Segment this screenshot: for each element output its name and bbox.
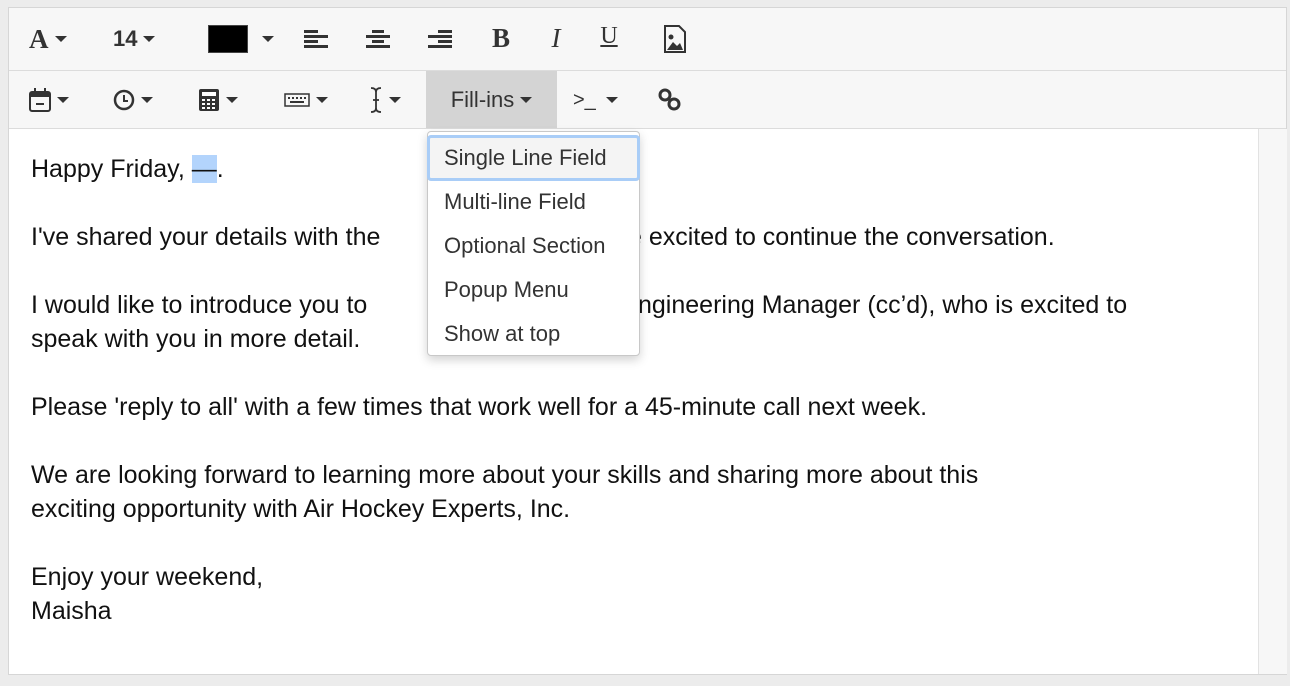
underline-button[interactable]: U <box>597 20 621 52</box>
closing-line: Enjoy your weekend, <box>31 563 264 591</box>
font-size-dropdown[interactable]: 14 <box>113 24 156 54</box>
terminal-icon: >_ <box>573 88 596 111</box>
insert-link-button[interactable] <box>657 86 683 114</box>
keyboard-dropdown[interactable] <box>284 85 328 115</box>
fill-in-field[interactable]: — <box>191 155 217 183</box>
paragraph-5-line-2: exciting opportunity with Air Hockey Exp… <box>31 495 571 523</box>
chevron-down-icon <box>316 97 328 103</box>
text-color-picker[interactable] <box>208 25 274 53</box>
chevron-down-icon <box>389 97 401 103</box>
command-dropdown[interactable]: >_ <box>573 85 618 115</box>
time-dropdown[interactable] <box>113 85 153 115</box>
chevron-down-icon <box>262 36 274 42</box>
font-size-value: 14 <box>113 26 138 51</box>
menu-item-single-line-field[interactable]: Single Line Field <box>427 135 640 181</box>
chevron-down-icon <box>57 97 69 103</box>
formatting-toolbar: A 14 B I U <box>9 8 1286 71</box>
date-dropdown[interactable] <box>29 85 69 115</box>
signature: Maisha <box>31 597 112 625</box>
italic-button[interactable]: I <box>544 22 568 54</box>
insert-toolbar: Fill-ins >_ <box>9 71 1286 129</box>
align-left-button[interactable] <box>303 26 329 52</box>
paragraph-3-line-1-left: I would like to introduce you to <box>31 291 368 319</box>
image-icon <box>664 25 686 53</box>
fillins-label: Fill-ins <box>450 86 515 112</box>
menu-item-multi-line-field[interactable]: Multi-line Field <box>428 180 639 224</box>
calculation-dropdown[interactable] <box>198 85 238 115</box>
bold-button[interactable]: B <box>489 22 513 54</box>
chevron-down-icon <box>226 97 238 103</box>
cursor-dropdown[interactable] <box>369 85 401 115</box>
paragraph-2-right: e excited to continue the conversation. <box>628 223 1055 251</box>
text-cursor-icon <box>370 87 382 113</box>
align-right-icon <box>428 30 452 48</box>
greeting-text: Happy Friday, <box>31 155 192 183</box>
greeting-line: Happy Friday, —. <box>31 152 224 186</box>
chevron-down-icon <box>520 96 533 103</box>
paragraph-5-line-1: We are looking forward to learning more … <box>31 461 979 489</box>
fillins-menu: Single Line Field Multi-line Field Optio… <box>427 131 640 356</box>
calculator-icon <box>199 89 219 111</box>
chevron-down-icon <box>141 97 153 103</box>
menu-item-optional-section[interactable]: Optional Section <box>428 224 639 268</box>
fillins-dropdown[interactable]: Fill-ins <box>426 71 557 128</box>
paragraph-4: Please 'reply to all' with a few times t… <box>31 393 928 421</box>
font-family-dropdown[interactable]: A <box>29 24 67 54</box>
insert-image-button[interactable] <box>662 23 688 55</box>
chevron-down-icon <box>605 97 618 103</box>
chevron-down-icon <box>143 36 156 42</box>
link-icon <box>658 88 681 111</box>
menu-item-popup-menu[interactable]: Popup Menu <box>428 268 639 312</box>
align-center-button[interactable] <box>365 26 391 52</box>
align-center-icon <box>366 30 390 48</box>
align-left-icon <box>304 30 328 48</box>
keyboard-icon <box>284 93 310 107</box>
paragraph-3-line-2: speak with you in more detail. <box>31 325 361 353</box>
paragraph-2-left: I've shared your details with the <box>31 223 381 251</box>
font-icon: A <box>29 23 49 54</box>
calendar-icon <box>29 88 51 112</box>
snippet-editor: A 14 B I U Fill-ins >_ Happy Friday, —. … <box>8 7 1287 675</box>
color-swatch <box>208 25 248 53</box>
chevron-down-icon <box>54 36 67 42</box>
align-right-button[interactable] <box>427 26 453 52</box>
paragraph-3-line-1-right: ngineering Manager (cc’d), who is excite… <box>638 291 1128 319</box>
menu-item-show-at-top[interactable]: Show at top <box>428 312 639 356</box>
greeting-punct: . <box>216 155 224 183</box>
clock-icon <box>113 89 135 111</box>
scrollbar[interactable] <box>1258 129 1287 674</box>
